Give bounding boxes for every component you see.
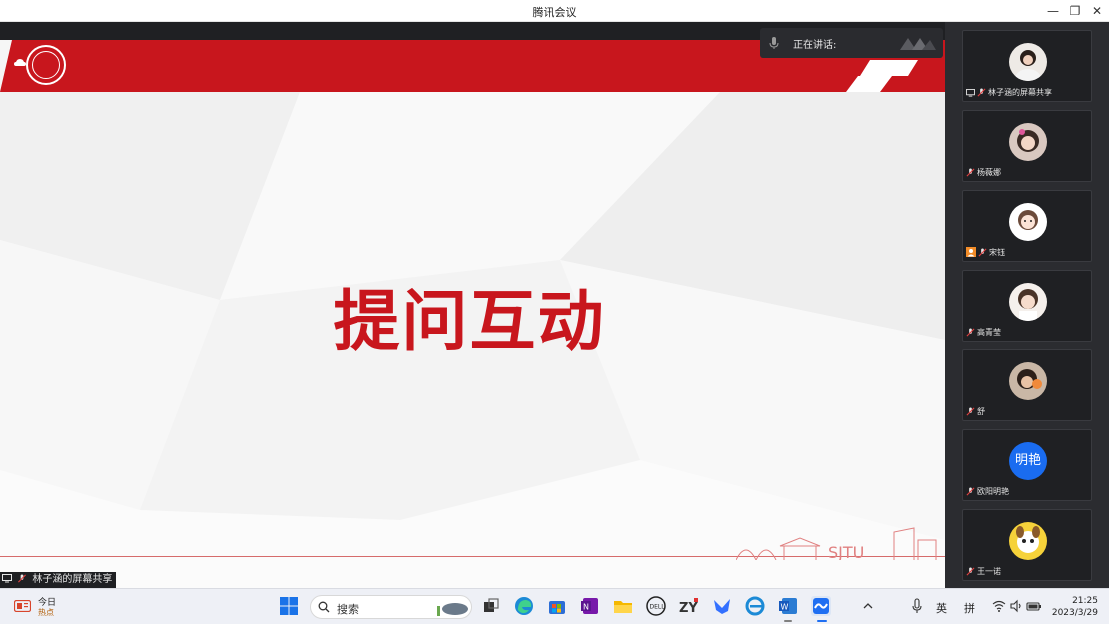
participant-avatar-initials: 明艳 <box>1009 442 1047 480</box>
search-placeholder: 搜索 <box>337 603 359 616</box>
participant-avatar <box>1009 123 1047 161</box>
cloud-icon <box>14 59 26 66</box>
minimize-button[interactable]: — <box>1042 2 1064 20</box>
mic-muted-icon <box>966 487 975 496</box>
dell-icon[interactable]: DELL <box>645 595 667 617</box>
feishu-icon[interactable] <box>711 595 733 617</box>
participant-name-label: 林子涵的屏幕共享 <box>965 86 1055 99</box>
participant-name-label: 舒 <box>965 405 988 418</box>
window-titlebar: 腾讯会议 — ❐ ✕ <box>0 0 1109 22</box>
participant-tile[interactable]: 舒 <box>962 349 1092 421</box>
clock-date: 2023/3/29 <box>1051 608 1098 618</box>
svg-text:DELL: DELL <box>650 604 666 611</box>
screen-share-icon <box>966 89 975 97</box>
participant-avatar <box>1009 43 1047 81</box>
participant-name: 王一诺 <box>977 567 1001 576</box>
task-view-icon[interactable] <box>480 595 502 617</box>
svg-text:N: N <box>583 603 589 612</box>
microphone-icon[interactable] <box>910 598 924 614</box>
participant-tile[interactable]: 明艳 欧阳明艳 <box>962 429 1092 501</box>
sjtu-watermark: SJTU <box>736 527 937 560</box>
news-icon <box>14 600 31 612</box>
microphone-icon <box>769 37 779 49</box>
participant-avatar <box>1009 362 1047 400</box>
window-title: 腾讯会议 <box>532 6 577 19</box>
taskbar: 今日 热点 搜索 N DELL ZY W 英 拼 21:25 2023/3/29 <box>0 588 1109 624</box>
slide-title-text: 提问互动 <box>333 283 606 360</box>
participant-name: 杨薇娜 <box>977 168 1001 177</box>
search-highlight-icon <box>437 603 468 616</box>
participant-name-label: 高青莹 <box>965 326 1004 339</box>
speaking-label: 正在讲话: <box>793 40 837 51</box>
mic-muted-icon <box>978 248 987 257</box>
mic-muted-icon <box>966 567 975 576</box>
participant-avatar <box>1009 203 1047 241</box>
news-subtitle: 热点 <box>38 608 54 617</box>
sjtu-watermark-text: SJTU <box>828 543 864 560</box>
tencent-meeting-icon[interactable] <box>810 595 832 617</box>
screen-share-icon <box>2 574 12 583</box>
edge-browser-icon[interactable] <box>513 595 535 617</box>
svg-text:W: W <box>781 603 789 612</box>
slide-title: 提问互动 <box>0 268 945 364</box>
battery-icon[interactable] <box>1026 599 1042 613</box>
ime-language[interactable]: 英 <box>936 600 947 616</box>
mic-muted-icon <box>977 88 986 97</box>
restore-button[interactable]: ❐ <box>1064 2 1086 20</box>
close-button[interactable]: ✕ <box>1086 2 1108 20</box>
speaking-indicator: 正在讲话: <box>760 28 943 58</box>
zy-app-icon[interactable]: ZY <box>678 595 700 617</box>
microsoft-store-icon[interactable] <box>546 595 568 617</box>
mic-muted-icon <box>18 574 27 583</box>
mic-muted-icon <box>966 168 975 177</box>
participant-panel[interactable]: 林子涵的屏幕共享 杨薇娜 宋钰 高青莹 舒 明艳 欧阳明艳 王一诺 <box>945 22 1109 588</box>
participant-name-label: 杨薇娜 <box>965 166 1004 179</box>
participant-tile[interactable]: 林子涵的屏幕共享 <box>962 30 1092 102</box>
user-icon <box>966 247 976 257</box>
participant-name: 欧阳明艳 <box>977 487 1009 496</box>
participant-name: 高青莹 <box>977 328 1001 337</box>
search-icon <box>318 601 330 613</box>
ime-mode[interactable]: 拼 <box>964 600 975 616</box>
participant-tile[interactable]: 杨薇娜 <box>962 110 1092 182</box>
audio-wave-icon <box>900 38 936 50</box>
clock-time: 21:25 <box>1072 596 1098 606</box>
screen-share-label: 林子涵的屏幕共享 <box>0 572 117 588</box>
wifi-icon[interactable] <box>992 599 1006 613</box>
taskbar-search[interactable]: 搜索 <box>310 595 472 619</box>
running-indicator <box>784 620 792 622</box>
internet-explorer-icon[interactable] <box>744 595 766 617</box>
participant-name: 宋钰 <box>989 248 1005 257</box>
participant-avatar <box>1009 283 1047 321</box>
screen-share-label-text: 林子涵的屏幕共享 <box>32 574 113 585</box>
mic-muted-icon <box>966 328 975 337</box>
participant-name: 林子涵的屏幕共享 <box>988 88 1052 97</box>
svg-text:ZY: ZY <box>679 601 698 616</box>
presentation-slide: 提问互动 SJTU <box>0 40 945 588</box>
participant-tile[interactable]: 高青莹 <box>962 270 1092 342</box>
news-widget[interactable]: 今日 热点 <box>14 595 64 619</box>
file-explorer-icon[interactable] <box>612 595 634 617</box>
word-icon[interactable]: W <box>777 595 799 617</box>
participant-name: 舒 <box>977 407 985 416</box>
participant-name-label: 王一诺 <box>965 565 1004 578</box>
participant-name-label: 欧阳明艳 <box>965 485 1012 498</box>
chevron-up-icon[interactable] <box>860 598 876 614</box>
mic-muted-icon <box>966 407 975 416</box>
university-logo <box>26 45 66 85</box>
participant-tile[interactable]: 王一诺 <box>962 509 1092 581</box>
system-clock[interactable]: 21:25 2023/3/29 <box>1050 595 1098 619</box>
participant-name-label: 宋钰 <box>965 246 1008 259</box>
onenote-icon[interactable]: N <box>579 595 601 617</box>
shared-screen-area[interactable]: 提问互动 SJTU 正在讲话: 林子涵的屏幕共享 <box>0 22 945 588</box>
windows-start-icon[interactable] <box>278 595 300 617</box>
volume-icon[interactable] <box>1009 599 1023 613</box>
participant-tile[interactable]: 宋钰 <box>962 190 1092 262</box>
active-app-indicator <box>817 620 827 622</box>
participant-avatar <box>1009 522 1047 560</box>
